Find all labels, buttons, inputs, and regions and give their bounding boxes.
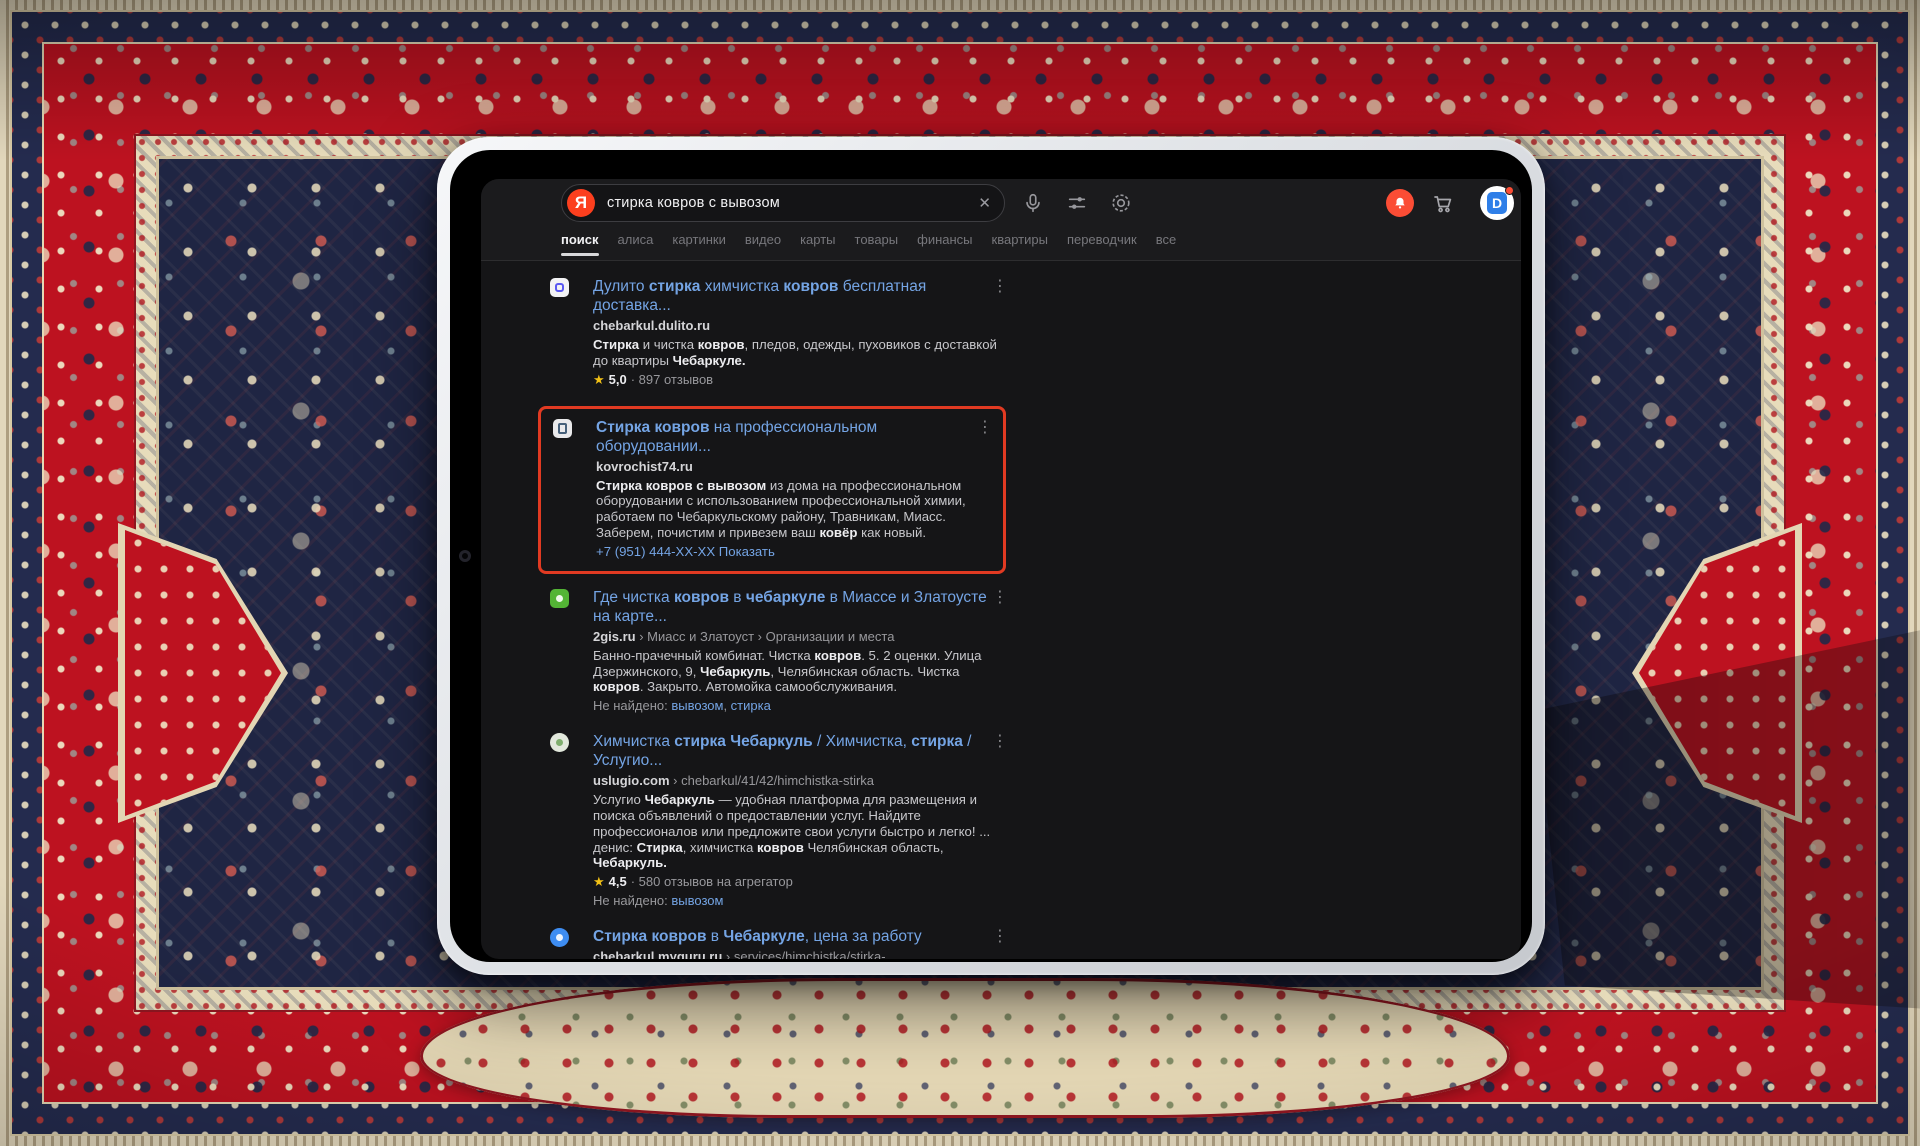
result-url[interactable]: chebarkul.dulito.ru <box>593 318 1006 334</box>
search-result-uslugio: ⋮ Химчистка стирка Чебаркуль / Химчистка… <box>550 732 1006 909</box>
result-title-link[interactable]: Стирка ковров на профессиональном оборуд… <box>596 418 991 456</box>
result-menu-icon[interactable]: ⋮ <box>992 590 1008 606</box>
result-breadcrumb[interactable]: uslugio.com › chebarkul/41/42/himchistka… <box>593 773 1006 789</box>
not-found-line: Не найдено: вывозом <box>593 893 1006 909</box>
carpet-medallion-right <box>1632 523 1802 823</box>
favicon-dulito-icon <box>550 278 569 297</box>
tab-realty[interactable]: квартиры <box>992 232 1048 256</box>
favicon-uslugio-icon <box>550 733 569 752</box>
search-results: ⋮ Дулито стирка химчистка ковров бесплат… <box>550 261 1006 959</box>
yandex-search-app: Я стирка ковров с вывозом ✕ <box>481 179 1521 959</box>
tab-maps[interactable]: карты <box>800 232 835 256</box>
carpet-medallion-left <box>118 523 288 823</box>
tab-search[interactable]: поиск <box>561 232 599 256</box>
clear-search-icon[interactable]: ✕ <box>978 194 991 212</box>
image-search-icon[interactable] <box>1110 192 1132 214</box>
tab-video[interactable]: видео <box>745 232 781 256</box>
tab-images[interactable]: картинки <box>672 232 726 256</box>
app-header: Я стирка ковров с вывозом ✕ <box>481 179 1521 261</box>
search-result-2gis: ⋮ Где чистка ковров в чебаркуле в Миассе… <box>550 588 1006 714</box>
front-camera <box>459 550 471 562</box>
result-title-link[interactable]: Дулито стирка химчистка ковров бесплатна… <box>593 277 1006 315</box>
search-result-myguru: ⋮ Стирка ковров в Чебаркуле, цена за раб… <box>550 927 1006 959</box>
search-query-text[interactable]: стирка ковров с вывозом <box>607 195 978 211</box>
tab-translate[interactable]: переводчик <box>1067 232 1137 256</box>
result-snippet: Стирка ковров с вывозом из дома на профе… <box>596 478 991 541</box>
search-tabs: поиск алиса картинки видео карты товары … <box>561 232 1176 256</box>
result-snippet: Банно-прачечный комбинат. Чистка ковров.… <box>593 648 1006 695</box>
profile-logo: D <box>1487 192 1507 214</box>
result-breadcrumb[interactable]: 2gis.ru › Миасс и Златоуст › Организации… <box>593 629 1006 645</box>
result-rating: ★4,5· 580 отзывов на агрегатор <box>593 874 1006 890</box>
scene: Я стирка ковров с вывозом ✕ <box>0 0 1920 1146</box>
favicon-2gis-icon <box>550 589 569 608</box>
tab-finance[interactable]: финансы <box>917 232 972 256</box>
profile-avatar[interactable]: D <box>1480 186 1514 220</box>
result-menu-icon[interactable]: ⋮ <box>992 734 1008 750</box>
result-breadcrumb[interactable]: chebarkul.myguru.ru › services/himchistk… <box>593 949 1006 959</box>
favicon-myguru-icon <box>550 928 569 947</box>
search-result-dulito: ⋮ Дулито стирка химчистка ковров бесплат… <box>550 277 1006 388</box>
result-title-link[interactable]: Где чистка ковров в чебаркуле в Миассе и… <box>593 588 1006 626</box>
notifications-bell-icon[interactable] <box>1386 189 1414 217</box>
avatar-notification-dot <box>1505 186 1514 195</box>
result-title-link[interactable]: Химчистка стирка Чебаркуль / Химчистка, … <box>593 732 1006 770</box>
yandex-logo-icon[interactable]: Я <box>567 189 595 217</box>
star-icon: ★ <box>593 372 605 387</box>
carpet-medallion-bottom <box>420 978 1510 1118</box>
favicon-kovrochist-icon <box>553 419 572 438</box>
result-snippet: Услугио Чебаркуль — удобная платформа дл… <box>593 792 1006 871</box>
result-snippet: Стирка и чистка ковров, пледов, одежды, … <box>593 337 1006 369</box>
tab-alice[interactable]: алиса <box>618 232 654 256</box>
tablet-device: Я стирка ковров с вывозом ✕ <box>437 137 1545 975</box>
result-title-link[interactable]: Стирка ковров в Чебаркуле, цена за работ… <box>593 927 1006 946</box>
phone-show-link[interactable]: +7 (951) 444-XX-XX Показать <box>596 544 991 560</box>
cart-icon[interactable] <box>1431 191 1455 215</box>
tab-goods[interactable]: товары <box>855 232 899 256</box>
search-result-kovrochist: ⋮ Стирка ковров на профессиональном обор… <box>553 418 991 560</box>
result-menu-icon[interactable]: ⋮ <box>992 279 1008 295</box>
search-input[interactable]: Я стирка ковров с вывозом ✕ <box>561 184 1005 222</box>
not-found-line: Не найдено: вывозом, стирка <box>593 698 1006 714</box>
result-menu-icon[interactable]: ⋮ <box>977 420 993 436</box>
result-rating: ★5,0· 897 отзывов <box>593 372 1006 388</box>
microphone-icon[interactable] <box>1022 192 1044 214</box>
filters-icon[interactable] <box>1066 192 1088 214</box>
tab-all[interactable]: все <box>1156 232 1177 256</box>
highlight-box: ⋮ Стирка ковров на профессиональном обор… <box>538 406 1006 574</box>
star-icon: ★ <box>593 874 605 889</box>
result-url[interactable]: kovrochist74.ru <box>596 459 991 475</box>
tablet-bezel: Я стирка ковров с вывозом ✕ <box>450 150 1532 962</box>
result-menu-icon[interactable]: ⋮ <box>992 929 1008 945</box>
